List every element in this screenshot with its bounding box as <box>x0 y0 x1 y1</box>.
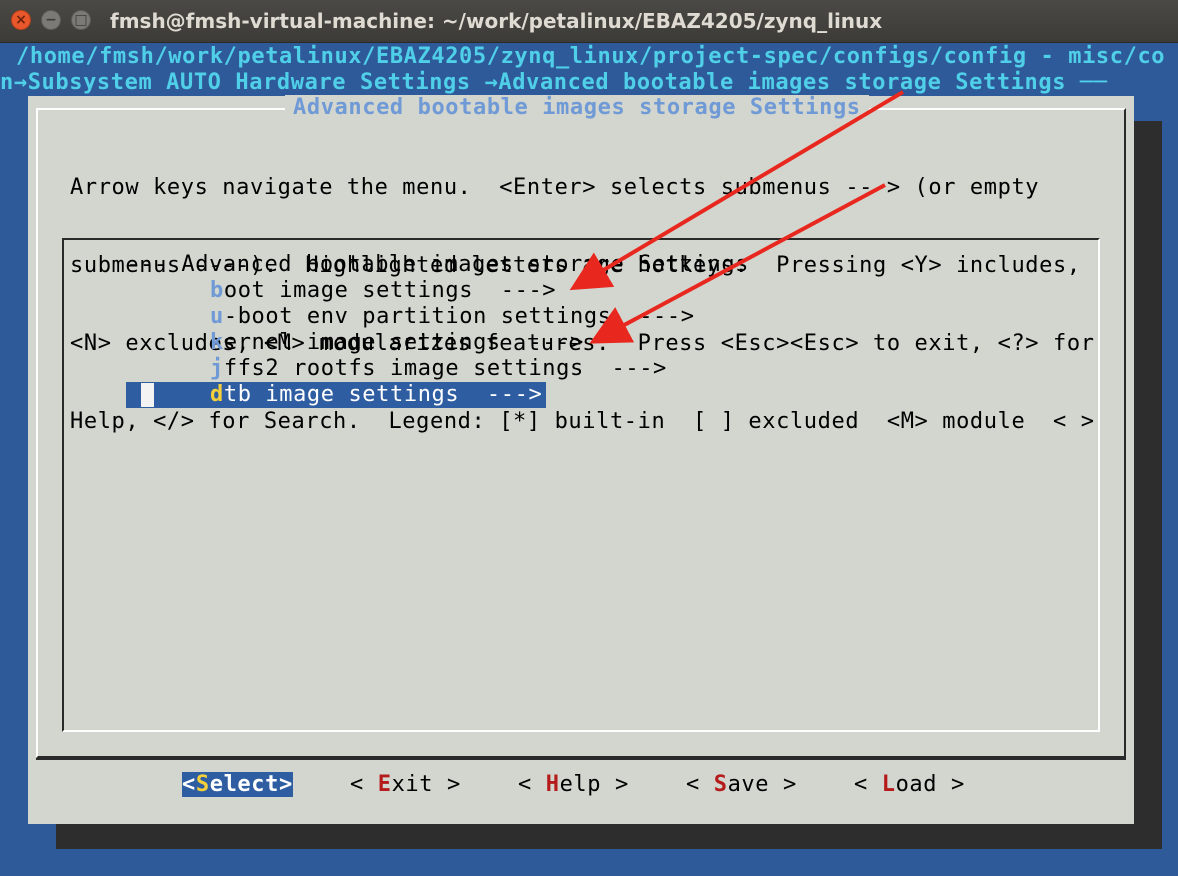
button-hotkey: E <box>377 772 392 797</box>
menu-item-hotkey: b <box>210 278 224 303</box>
close-icon: × <box>15 12 27 28</box>
menu-item-label: ernel image settings ---> <box>223 330 584 355</box>
button-bracket: < <box>854 772 882 797</box>
close-window-button[interactable]: × <box>11 10 31 30</box>
load-button[interactable]: < Load > <box>854 772 965 797</box>
button-bracket: < <box>518 772 546 797</box>
select-button[interactable]: <Select> <box>182 772 293 797</box>
button-bracket: < <box>350 772 378 797</box>
save-button[interactable]: < Save > <box>686 772 797 797</box>
menu-item-kernel-image-settings[interactable]: kernel image settings ---> <box>210 330 584 355</box>
minimize-icon: − <box>45 12 57 28</box>
menu-item-hotkey: j <box>210 356 224 381</box>
menu-item-label: -boot env partition settings ---> <box>223 304 695 329</box>
button-label: elect> <box>209 772 293 797</box>
button-hotkey: L <box>881 772 896 797</box>
help-button[interactable]: < Help > <box>518 772 629 797</box>
minimize-window-button[interactable]: − <box>41 10 61 30</box>
config-path-line: /home/fmsh/work/petalinux/EBAZ4205/zynq_… <box>0 44 1178 69</box>
window-title: fmsh@fmsh-virtual-machine: ~/work/petali… <box>110 9 883 33</box>
button-bracket: < <box>686 772 714 797</box>
menu-item-label: tb image settings ---> <box>223 382 543 407</box>
button-bracket: < <box>182 772 196 797</box>
menu-item-hotkey: k <box>210 330 224 355</box>
menu-header: --- Advanced bootable images storage Set… <box>126 252 750 277</box>
breadcrumb: n→Subsystem AUTO Hardware Settings →Adva… <box>0 70 1108 95</box>
menu-item-uboot-env-partition-settings[interactable]: u-boot env partition settings ---> <box>210 304 695 329</box>
button-label: elp > <box>559 772 629 797</box>
help-line: Arrow keys navigate the menu. <Enter> se… <box>70 175 1040 200</box>
menu-item-boot-image-settings[interactable]: boot image settings ---> <box>210 278 556 303</box>
exit-button[interactable]: < Exit > <box>350 772 461 797</box>
button-label: xit > <box>391 772 461 797</box>
menu-item-label: ffs2 rootfs image settings ---> <box>223 356 667 381</box>
button-separator <box>36 758 1126 760</box>
button-label: oad > <box>895 772 965 797</box>
menu-item-dtb-image-settings[interactable]: dtb image settings ---> <box>210 382 542 407</box>
maximize-icon: □ <box>74 12 88 28</box>
menu-item-hotkey: d <box>210 382 224 407</box>
button-hotkey: S <box>195 772 210 797</box>
text-cursor <box>141 383 154 407</box>
maximize-window-button[interactable]: □ <box>71 10 91 30</box>
window-titlebar[interactable]: × − □ fmsh@fmsh-virtual-machine: ~/work/… <box>0 0 1178 43</box>
button-hotkey: H <box>545 772 560 797</box>
button-label: ave > <box>727 772 797 797</box>
button-hotkey: S <box>713 772 728 797</box>
config-path-text: /home/fmsh/work/petalinux/EBAZ4205/zynq_… <box>16 44 1166 69</box>
menu-item-label: oot image settings ---> <box>223 278 557 303</box>
menu-item-jffs2-rootfs-image-settings[interactable]: jffs2 rootfs image settings ---> <box>210 356 667 381</box>
dialog-title: Advanced bootable images storage Setting… <box>285 95 869 120</box>
menu-item-hotkey: u <box>210 304 224 329</box>
